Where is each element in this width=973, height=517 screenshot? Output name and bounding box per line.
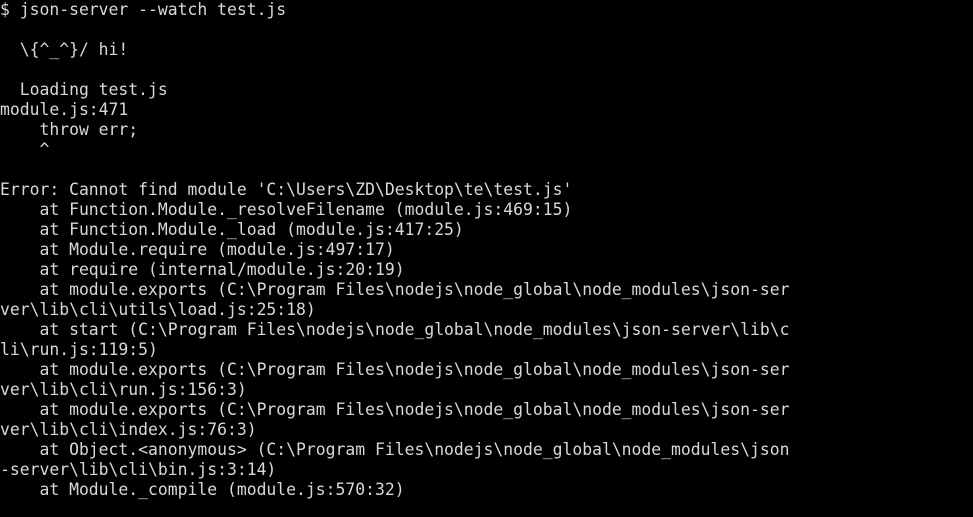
stack-trace-line: at Module._compile (module.js:570:32)	[0, 480, 405, 499]
stack-trace-line: at Object.<anonymous> (C:\Program Files\…	[0, 440, 790, 459]
error-location-line: module.js:471	[0, 100, 129, 119]
error-source-line: throw err;	[0, 120, 139, 139]
error-caret-line: ^	[0, 140, 50, 159]
stack-trace-line: ver\lib\cli\run.js:156:3)	[0, 380, 247, 399]
stack-trace-line: li\run.js:119:5)	[0, 340, 158, 359]
stack-trace-line: at module.exports (C:\Program Files\node…	[0, 280, 790, 299]
error-message-line: Error: Cannot find module 'C:\Users\ZD\D…	[0, 180, 573, 199]
greeting-line: \{^_^}/ hi!	[0, 40, 129, 59]
stack-trace-line: at Module.require (module.js:497:17)	[0, 240, 395, 259]
stack-trace-line: at require (internal/module.js:20:19)	[0, 260, 405, 279]
stack-trace-line: at Function.Module._resolveFilename (mod…	[0, 200, 573, 219]
stack-trace-line: ver\lib\cli\utils\load.js:25:18)	[0, 300, 316, 319]
stack-trace-line: at module.exports (C:\Program Files\node…	[0, 360, 790, 379]
stack-trace-line: at Function.Module._load (module.js:417:…	[0, 220, 464, 239]
terminal-window[interactable]: $ json-server --watch test.js \{^_^}/ hi…	[0, 0, 973, 517]
command-prompt-line: $ json-server --watch test.js	[0, 0, 287, 19]
stack-trace-line: at start (C:\Program Files\nodejs\node_g…	[0, 320, 790, 339]
stack-trace-line: at module.exports (C:\Program Files\node…	[0, 400, 790, 419]
stack-trace-line: ver\lib\cli\index.js:76:3)	[0, 420, 257, 439]
loading-line: Loading test.js	[0, 80, 168, 99]
stack-trace-line: -server\lib\cli\bin.js:3:14)	[0, 460, 277, 479]
